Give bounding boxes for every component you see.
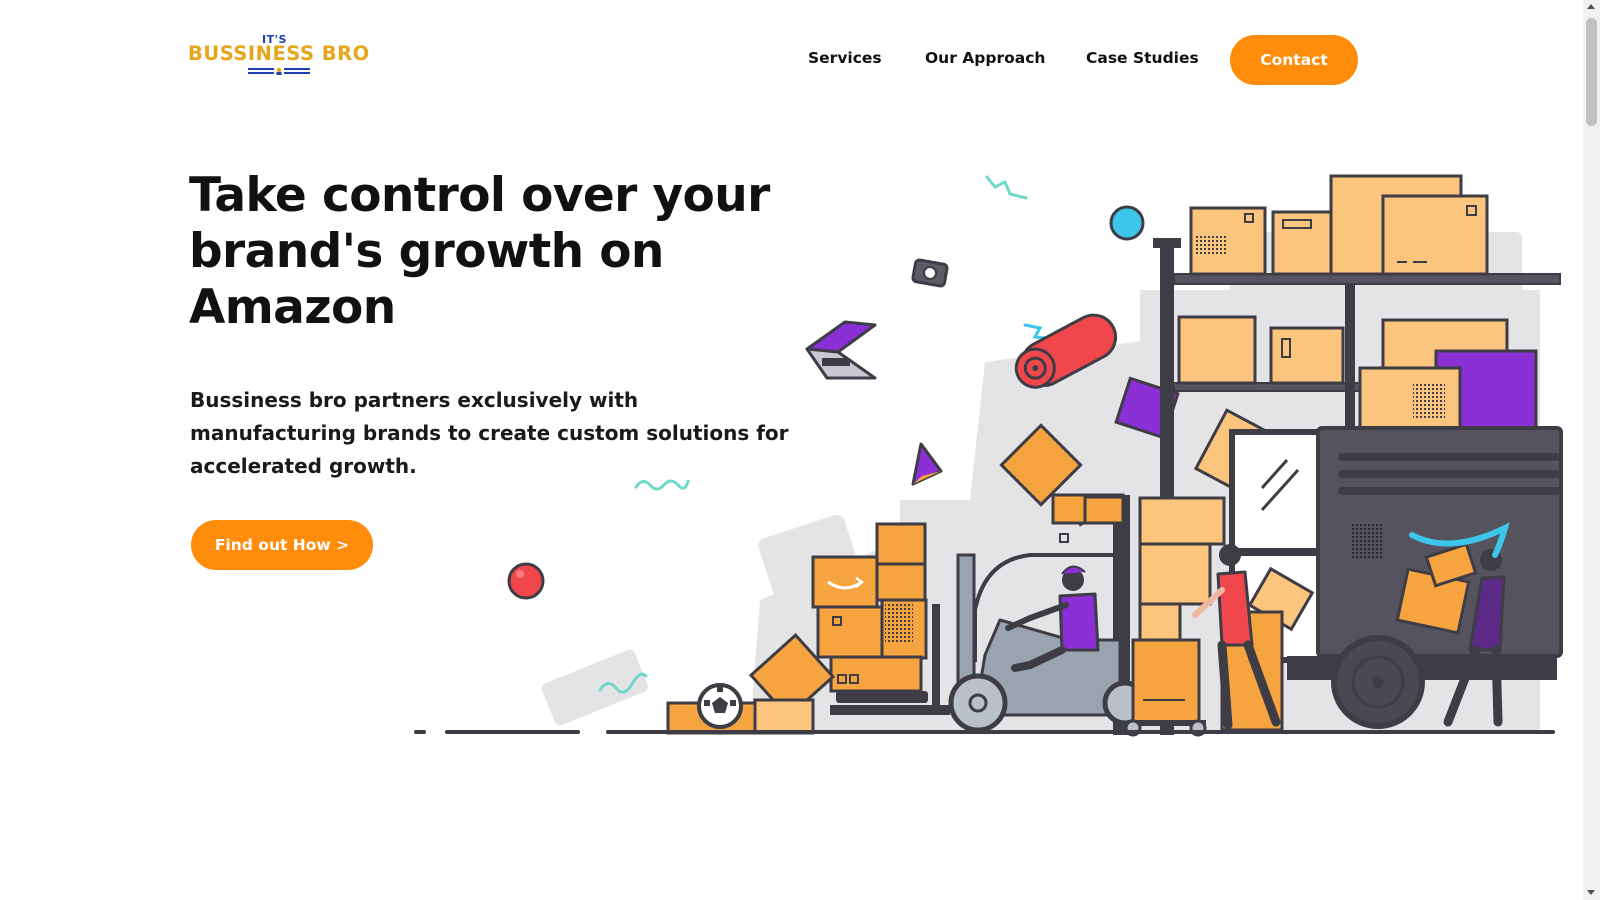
nav-case-studies-link[interactable]: Case Studies bbox=[1086, 49, 1199, 67]
nav-our-approach-link[interactable]: Our Approach bbox=[925, 49, 1045, 67]
contact-button[interactable]: Contact bbox=[1230, 35, 1358, 85]
warehouse-illustration bbox=[414, 174, 1563, 737]
logo-main-text: BUSSINESS BRO bbox=[188, 42, 370, 65]
find-out-how-button[interactable]: Find out How > bbox=[191, 520, 373, 570]
scrollbar-thumb[interactable] bbox=[1586, 18, 1597, 126]
logo[interactable]: IT'S BUSSINESS BRO bbox=[188, 32, 370, 78]
nav-services-link[interactable]: Services bbox=[808, 49, 882, 67]
scroll-down-arrow-icon[interactable] bbox=[1587, 890, 1595, 895]
scroll-up-arrow-icon[interactable] bbox=[1587, 4, 1595, 9]
vertical-scrollbar[interactable] bbox=[1583, 0, 1600, 900]
logo-emblem-icon bbox=[248, 67, 310, 75]
